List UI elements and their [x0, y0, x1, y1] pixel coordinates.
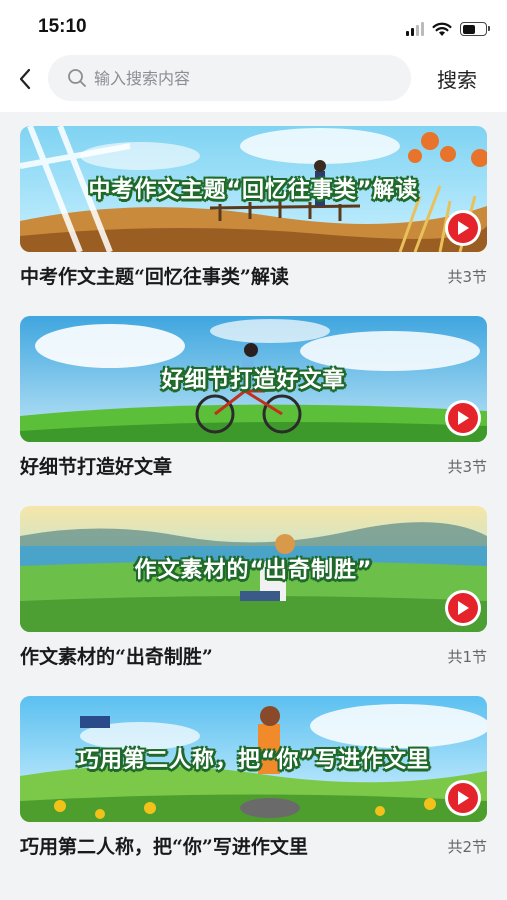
- course-banner[interactable]: 好细节打造好文章: [20, 316, 487, 442]
- lesson-count: 共3节: [447, 458, 487, 476]
- course-card[interactable]: 好细节打造好文章 好细节打造好文章 共3节: [20, 316, 487, 486]
- course-card[interactable]: 巧用第二人称，把“你”写进作文里 巧用第二人称，把“你”写进作文里 共2节: [20, 696, 487, 866]
- play-icon: [458, 791, 469, 805]
- status-time: 15:10: [38, 16, 87, 37]
- battery-icon: [460, 22, 490, 36]
- banner-title: 中考作文主题“回忆往事类”解读: [88, 178, 419, 203]
- card-footer: 作文素材的“出奇制胜” 共1节: [20, 640, 487, 670]
- card-footer: 好细节打造好文章 共3节: [20, 450, 487, 480]
- chevron-left-icon: [19, 68, 31, 90]
- status-icons: [406, 20, 490, 38]
- play-icon: [458, 601, 469, 615]
- course-title: 作文素材的“出奇制胜”: [20, 646, 213, 668]
- course-title: 好细节打造好文章: [20, 456, 173, 478]
- course-title: 中考作文主题“回忆往事类”解读: [20, 266, 289, 288]
- card-footer: 巧用第二人称，把“你”写进作文里 共2节: [20, 830, 487, 860]
- search-button[interactable]: 搜索: [437, 64, 477, 93]
- search-box[interactable]: [48, 55, 411, 101]
- play-button[interactable]: [445, 780, 481, 816]
- search-icon: [66, 67, 88, 89]
- search-header: 搜索: [0, 52, 507, 112]
- course-banner[interactable]: 中考作文主题“回忆往事类”解读: [20, 126, 487, 252]
- banner-title: 作文素材的“出奇制胜”: [134, 558, 373, 583]
- course-title: 巧用第二人称，把“你”写进作文里: [20, 836, 308, 858]
- lesson-count: 共3节: [447, 268, 487, 286]
- wifi-icon: [432, 22, 452, 36]
- play-button[interactable]: [445, 210, 481, 246]
- play-icon: [458, 221, 469, 235]
- search-input[interactable]: [94, 68, 384, 88]
- banner-title: 好细节打造好文章: [161, 368, 346, 393]
- play-button[interactable]: [445, 590, 481, 626]
- lesson-count: 共2节: [447, 838, 487, 856]
- course-card[interactable]: 作文素材的“出奇制胜” 作文素材的“出奇制胜” 共1节: [20, 506, 487, 676]
- course-banner[interactable]: 巧用第二人称，把“你”写进作文里: [20, 696, 487, 822]
- status-bar: 15:10: [0, 0, 507, 52]
- course-card[interactable]: 中考作文主题“回忆往事类”解读 中考作文主题“回忆往事类”解读 共3节: [20, 126, 487, 296]
- course-banner[interactable]: 作文素材的“出奇制胜”: [20, 506, 487, 632]
- play-button[interactable]: [445, 400, 481, 436]
- back-button[interactable]: [12, 64, 38, 94]
- card-footer: 中考作文主题“回忆往事类”解读 共3节: [20, 260, 487, 290]
- banner-title: 巧用第二人称，把“你”写进作文里: [77, 748, 430, 773]
- lesson-count: 共1节: [447, 648, 487, 666]
- play-icon: [458, 411, 469, 425]
- cellular-signal-icon: [406, 22, 424, 36]
